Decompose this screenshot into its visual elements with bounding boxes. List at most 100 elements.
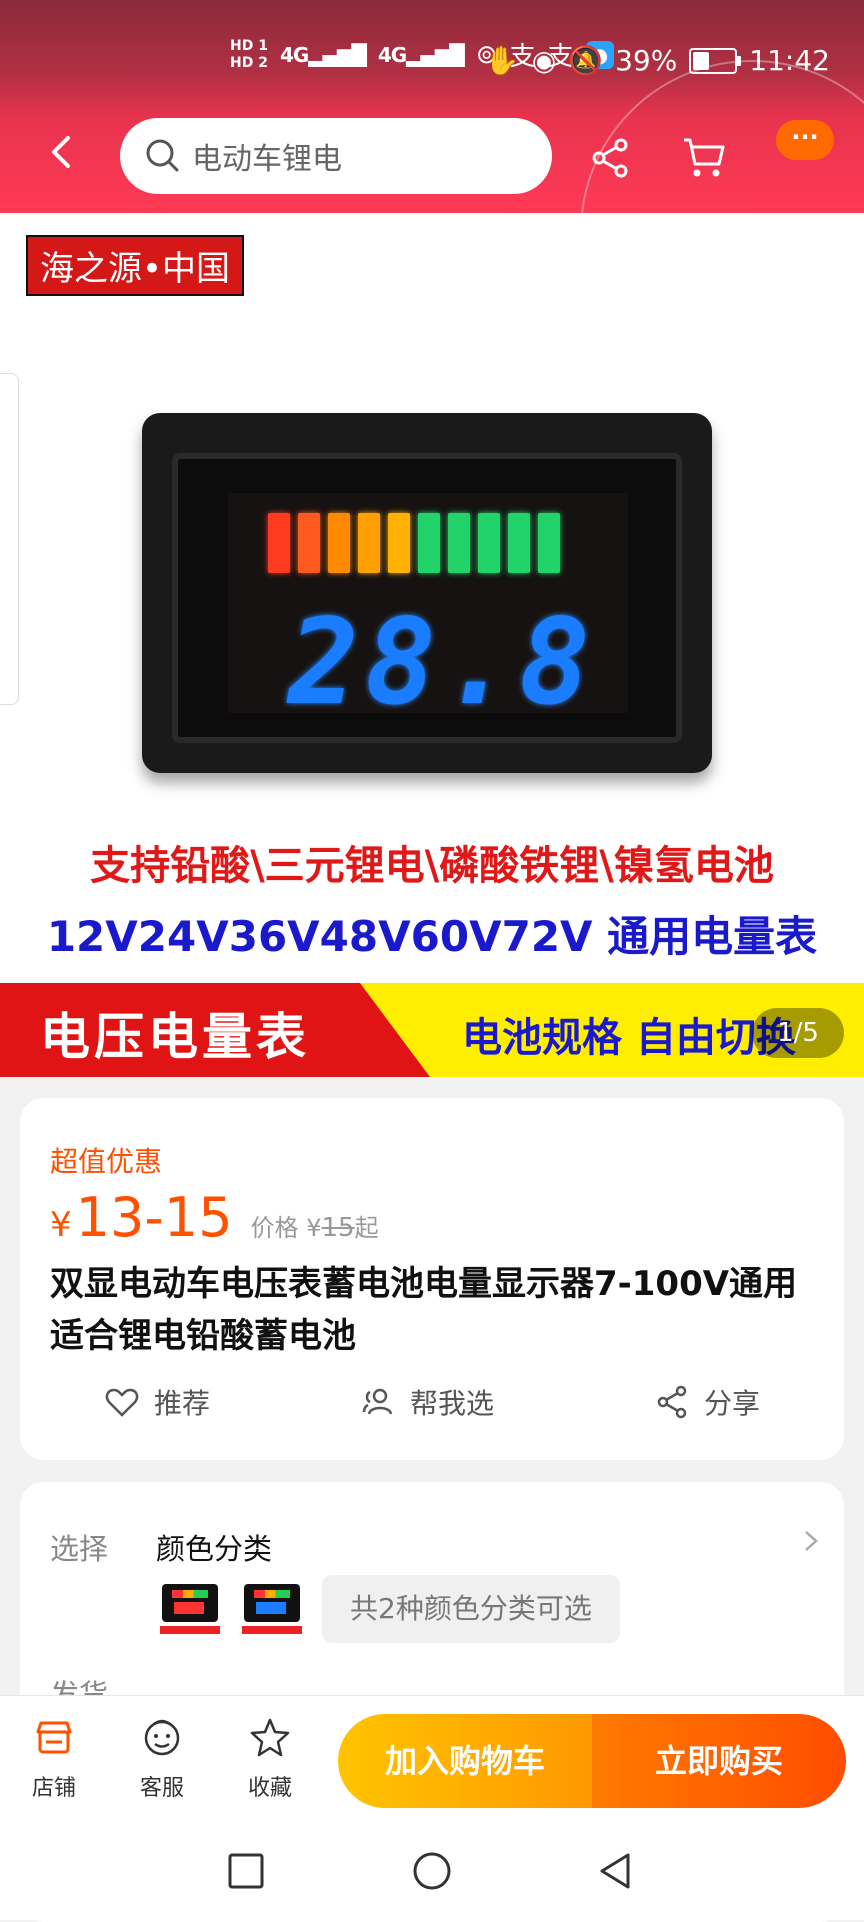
service-label: 客服 bbox=[139, 1776, 184, 1801]
share-icon[interactable] bbox=[588, 136, 632, 180]
shop-button[interactable]: 店铺 bbox=[14, 1716, 94, 1802]
hand-icon: ✋ bbox=[484, 44, 520, 77]
people-icon bbox=[362, 1388, 393, 1415]
thumb-meter bbox=[162, 1584, 218, 1622]
battery-icon bbox=[689, 47, 742, 74]
shop-label: 店铺 bbox=[31, 1776, 76, 1801]
product-image[interactable]: 海之源•中国 28.8 支持铅酸\三元锂电\磷酸铁锂\镍氢电池 12V24V36… bbox=[0, 213, 864, 1077]
bottom-action-bar: 店铺 客服 收藏 加入购物车 立即购买 bbox=[0, 1695, 864, 1824]
price-value: 13-15 bbox=[75, 1186, 233, 1249]
header: 电动车锂电 ··· bbox=[0, 100, 864, 213]
level-bar bbox=[298, 513, 320, 573]
thumb-digits bbox=[174, 1602, 204, 1614]
brand-tag: 海之源•中国 bbox=[26, 235, 245, 296]
share-button[interactable]: 分享 bbox=[654, 1382, 760, 1422]
thumb-label bbox=[160, 1626, 220, 1634]
sku-more-options[interactable]: 共2种颜色分类可选 bbox=[322, 1575, 620, 1643]
search-input[interactable]: 电动车锂电 bbox=[120, 118, 552, 194]
meter-digits: 28.8 bbox=[288, 593, 597, 731]
battery-percent: 39% bbox=[615, 44, 678, 77]
original-price-label: 价格 bbox=[250, 1214, 299, 1242]
level-bar bbox=[358, 513, 380, 573]
price-row: ¥ 13-15 价格 ¥15起 bbox=[50, 1186, 379, 1249]
original-price-suffix: 起 bbox=[354, 1214, 379, 1242]
sku-thumb-blue[interactable] bbox=[238, 1572, 306, 1640]
network-type-2: 4G bbox=[377, 42, 407, 67]
product-title: 双显电动车电压表蓄电池电量显示器7-100V通用适合锂电铅酸蓄电池 bbox=[50, 1264, 798, 1356]
price-card: 超值优惠 ¥ 13-15 价格 ¥15起 双显电动车电压表蓄电池电量显示器7-1… bbox=[20, 1098, 844, 1460]
top-band: HD 1 HD 2 4G▂▄▆█ 4G▂▄▆█ ⊚ 支 支 ● ✋ ◉ 🔕 39… bbox=[0, 0, 864, 213]
recommend-button[interactable]: 推荐 bbox=[104, 1382, 210, 1422]
clock: 11:42 bbox=[749, 44, 830, 77]
thumb-label bbox=[242, 1626, 302, 1634]
sku-thumb-red[interactable] bbox=[156, 1572, 224, 1640]
sku-label: 选择 bbox=[50, 1532, 109, 1566]
help-choose-button[interactable]: 帮我选 bbox=[360, 1382, 494, 1422]
original-currency: ¥ bbox=[306, 1214, 322, 1242]
level-bar bbox=[448, 513, 470, 573]
service-button[interactable]: 客服 bbox=[122, 1716, 202, 1802]
star-icon bbox=[250, 1718, 290, 1757]
hero-caption-2: 12V24V36V48V60V72V 通用电量表 bbox=[46, 912, 818, 961]
search-text: 电动车锂电 bbox=[192, 142, 342, 177]
heart-icon bbox=[105, 1388, 139, 1417]
share-icon bbox=[657, 1385, 687, 1419]
meter-bevel: 28.8 bbox=[172, 453, 682, 743]
hd1-badge: HD 1 bbox=[230, 37, 268, 54]
level-bar bbox=[418, 513, 440, 573]
currency-symbol: ¥ bbox=[50, 1205, 72, 1245]
level-bar bbox=[478, 513, 500, 573]
more-menu-button[interactable]: ··· bbox=[776, 120, 834, 160]
hero-caption-1: 支持铅酸\三元锂电\磷酸铁锂\镍氢电池 bbox=[90, 843, 774, 889]
status-bar: HD 1 HD 2 4G▂▄▆█ 4G▂▄▆█ ⊚ 支 支 ● ✋ ◉ 🔕 39… bbox=[0, 0, 864, 98]
original-price: 价格 ¥15起 bbox=[251, 1208, 379, 1243]
share-label: 分享 bbox=[704, 1387, 761, 1420]
level-bar bbox=[268, 513, 290, 573]
system-nav-bar bbox=[0, 1823, 864, 1920]
level-bars bbox=[268, 513, 560, 573]
image-counter: 1/5 bbox=[752, 1008, 844, 1058]
buy-now-button[interactable]: 立即购买 bbox=[592, 1714, 846, 1808]
recommend-label: 推荐 bbox=[154, 1387, 211, 1420]
eye-icon: ◉ bbox=[531, 44, 557, 77]
hd2-badge: HD 2 bbox=[230, 54, 268, 71]
level-bar bbox=[538, 513, 560, 573]
back-arrow-icon[interactable] bbox=[40, 130, 84, 174]
add-to-cart-button[interactable]: 加入购物车 bbox=[338, 1714, 592, 1808]
home-circle-icon[interactable] bbox=[410, 1849, 454, 1893]
shop-icon bbox=[36, 1721, 72, 1754]
hero-banner: 电压电量表 电池规格 自由切换 bbox=[0, 983, 864, 1077]
chevron-right-icon[interactable] bbox=[796, 1526, 826, 1556]
level-bar bbox=[328, 513, 350, 573]
thumb-digits bbox=[256, 1602, 286, 1614]
favorite-label: 收藏 bbox=[247, 1776, 292, 1801]
customer-service-icon bbox=[144, 1719, 180, 1756]
search-icon bbox=[146, 139, 179, 172]
network-type-1: 4G bbox=[279, 42, 309, 67]
sku-value: 颜色分类 bbox=[156, 1532, 273, 1566]
hero-banner-left: 电压电量表 bbox=[40, 1008, 310, 1066]
signal-icon-1: 4G▂▄▆█ bbox=[279, 42, 367, 67]
side-tab bbox=[0, 373, 19, 705]
help-choose-label: 帮我选 bbox=[410, 1387, 495, 1420]
mute-bell-icon: 🔕 bbox=[568, 44, 604, 77]
cart-icon[interactable] bbox=[680, 134, 728, 180]
thumb-bars bbox=[172, 1590, 208, 1598]
promo-label: 超值优惠 bbox=[50, 1145, 163, 1178]
original-price-value: 15 bbox=[321, 1213, 355, 1243]
hero-banner-right: 电池规格 自由切换 bbox=[462, 1015, 796, 1061]
back-triangle-icon[interactable] bbox=[594, 1849, 638, 1893]
signal-icon-2: 4G▂▄▆█ bbox=[377, 42, 465, 67]
thumb-meter bbox=[244, 1584, 300, 1622]
status-right: ✋ ◉ 🔕 39% 11:42 bbox=[485, 44, 830, 77]
level-bar bbox=[508, 513, 530, 573]
battery-fill bbox=[693, 51, 710, 70]
hd-badges: HD 1 HD 2 bbox=[230, 38, 268, 72]
thumb-bars bbox=[254, 1590, 290, 1598]
recents-square-icon[interactable] bbox=[224, 1849, 268, 1893]
action-row: 推荐 帮我选 分享 bbox=[20, 1382, 844, 1432]
meter-body: 28.8 bbox=[142, 413, 712, 773]
level-bar bbox=[388, 513, 410, 573]
favorite-button[interactable]: 收藏 bbox=[230, 1716, 310, 1802]
meter-screen: 28.8 bbox=[228, 493, 628, 721]
